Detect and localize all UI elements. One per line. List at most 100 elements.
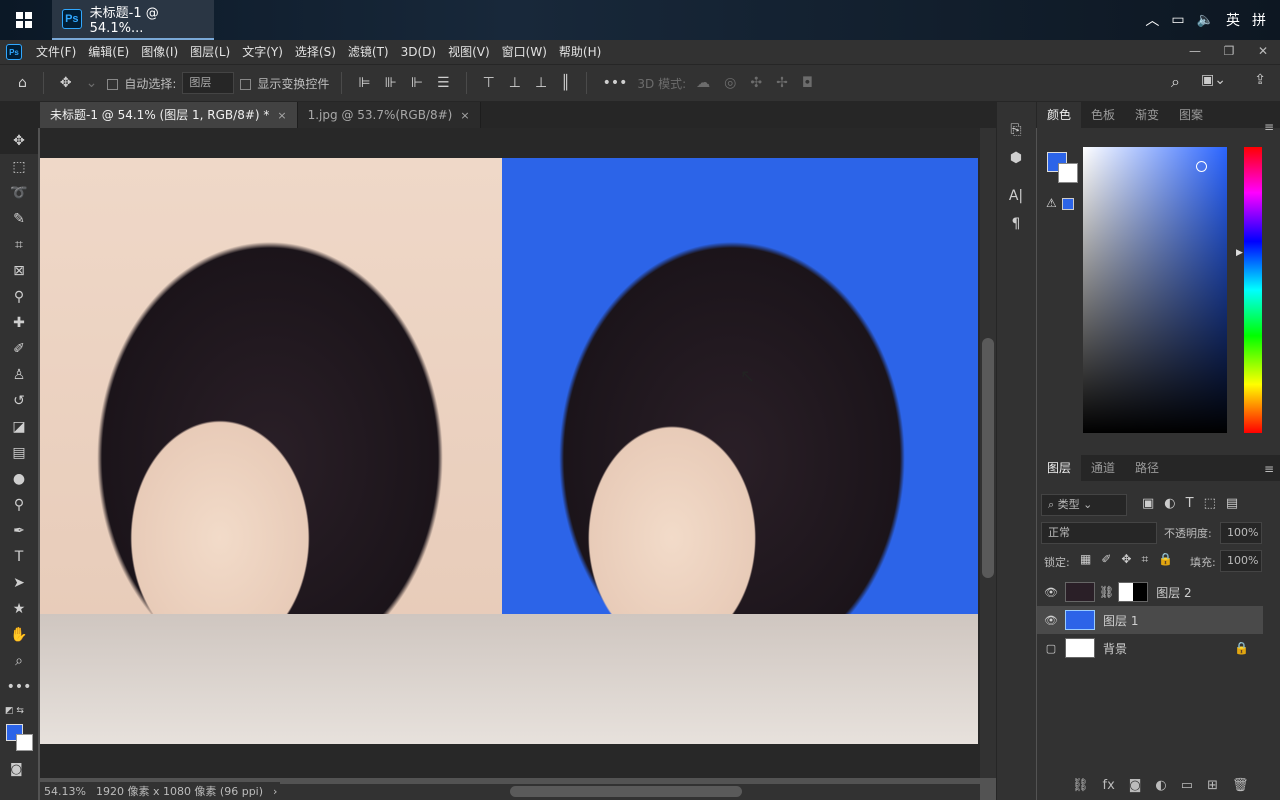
- align-left-icon[interactable]: ⊫: [354, 75, 374, 91]
- shape-tool-icon[interactable]: ★: [0, 596, 38, 622]
- menu-view[interactable]: 视图(V): [442, 40, 496, 64]
- network-icon[interactable]: ▭: [1171, 12, 1184, 28]
- close-icon[interactable]: ✕: [1246, 40, 1280, 64]
- hue-slider-handle[interactable]: ▶: [1236, 248, 1243, 258]
- home-icon[interactable]: ⌂: [14, 75, 31, 91]
- tab-color[interactable]: 颜色: [1037, 102, 1082, 128]
- pen-tool-icon[interactable]: ✒: [0, 518, 38, 544]
- lasso-tool-icon[interactable]: ➰: [0, 180, 38, 206]
- horizontal-scroll-thumb[interactable]: [510, 786, 742, 797]
- blend-mode-dropdown[interactable]: 正常: [1041, 522, 1157, 544]
- tab-gradients[interactable]: 渐变: [1125, 102, 1169, 128]
- close-icon[interactable]: ×: [277, 109, 286, 122]
- show-transform-checkbox[interactable]: 显示变换控件: [240, 75, 329, 92]
- marquee-tool-icon[interactable]: ⬚: [0, 154, 38, 180]
- lock-position-icon[interactable]: ✥: [1121, 552, 1131, 567]
- layer-filter-dropdown[interactable]: ⌕ 类型 ⌄: [1041, 494, 1127, 516]
- taskbar-photoshop-task[interactable]: Ps 未标题-1 @ 54.1%...: [52, 0, 214, 40]
- panel-menu-icon[interactable]: ≡: [1264, 120, 1274, 134]
- chevron-up-icon[interactable]: ︿: [1145, 10, 1159, 30]
- history-brush-tool-icon[interactable]: ↺: [0, 388, 38, 414]
- search-icon[interactable]: ⌕: [1171, 72, 1180, 92]
- tab-swatches[interactable]: 色板: [1081, 102, 1125, 128]
- tab-paths[interactable]: 路径: [1125, 455, 1169, 481]
- vertical-scroll-thumb[interactable]: [982, 338, 994, 578]
- visibility-empty-icon[interactable]: ▢: [1037, 642, 1065, 655]
- eye-icon[interactable]: 👁: [1037, 586, 1065, 599]
- auto-select-checkbox[interactable]: 自动选择:: [107, 75, 176, 92]
- color-picker-handle[interactable]: [1196, 161, 1207, 172]
- path-select-tool-icon[interactable]: ➤: [0, 570, 38, 596]
- swap-colors-icon[interactable]: ◩ ⇆: [5, 706, 24, 716]
- adjustment-filter-icon[interactable]: ◐: [1164, 496, 1175, 511]
- lock-image-icon[interactable]: ✐: [1101, 552, 1111, 567]
- new-group-icon[interactable]: ▭: [1181, 778, 1193, 793]
- link-icon[interactable]: ⛓: [1099, 585, 1114, 599]
- tab-untitled-1[interactable]: 未标题-1 @ 54.1% (图层 1, RGB/8#) * ×: [40, 102, 298, 128]
- lock-transparent-icon[interactable]: ▦: [1080, 552, 1091, 567]
- chevron-right-icon[interactable]: ›: [273, 785, 277, 798]
- share-icon[interactable]: ⇪: [1254, 72, 1266, 88]
- menu-window[interactable]: 窗口(W): [496, 40, 553, 64]
- layer-select-dropdown[interactable]: 图层: [182, 72, 235, 94]
- ime-icon[interactable]: 拼: [1252, 10, 1266, 30]
- align-center-icon[interactable]: ⊪: [381, 75, 401, 91]
- tab-1-jpg[interactable]: 1.jpg @ 53.7%(RGB/8#) ×: [297, 102, 481, 128]
- layer-row-background[interactable]: ▢ 背景 🔒: [1037, 634, 1263, 662]
- gamut-warning-icon[interactable]: ⚠: [1046, 196, 1057, 210]
- delete-layer-icon[interactable]: 🗑: [1232, 778, 1249, 793]
- zoom-level[interactable]: 54.13%: [44, 785, 86, 798]
- orbit-3d-icon[interactable]: ☁: [692, 75, 714, 91]
- 3d-panel-icon[interactable]: ⬢: [997, 144, 1035, 172]
- eraser-tool-icon[interactable]: ◪: [0, 414, 38, 440]
- close-icon[interactable]: ×: [460, 109, 469, 122]
- tab-channels[interactable]: 通道: [1081, 455, 1125, 481]
- menu-type[interactable]: 文字(Y): [236, 40, 289, 64]
- workspace-icon[interactable]: ▣⌄: [1201, 72, 1226, 88]
- color-field[interactable]: [1083, 147, 1227, 433]
- scale-3d-icon[interactable]: ◘: [798, 75, 817, 91]
- tab-patterns[interactable]: 图案: [1169, 102, 1213, 128]
- tab-layers[interactable]: 图层: [1037, 455, 1082, 481]
- panel-menu-icon[interactable]: ≡: [1264, 462, 1274, 476]
- windows-start-icon[interactable]: [0, 0, 48, 40]
- crop-tool-icon[interactable]: ⌗: [0, 232, 38, 258]
- speaker-icon[interactable]: 🔈: [1197, 12, 1214, 28]
- lock-all-icon[interactable]: 🔒: [1158, 552, 1173, 567]
- mask-thumbnail[interactable]: [1118, 582, 1149, 602]
- type-filter-icon[interactable]: T: [1186, 496, 1194, 511]
- image-filter-icon[interactable]: ▣: [1142, 496, 1154, 511]
- chevron-down-icon[interactable]: ⌄: [82, 75, 102, 91]
- layer-row-2[interactable]: 👁 ⛓ 图层 2: [1037, 578, 1263, 606]
- eyedropper-tool-icon[interactable]: ⚲: [0, 284, 38, 310]
- shape-filter-icon[interactable]: ⬚: [1204, 496, 1216, 511]
- move-tool-icon[interactable]: ✥: [0, 128, 38, 154]
- character-panel-icon[interactable]: A|: [997, 182, 1035, 210]
- eye-icon[interactable]: 👁: [1037, 614, 1065, 627]
- dodge-tool-icon[interactable]: ⚲: [0, 492, 38, 518]
- menu-filter[interactable]: 滤镜(T): [342, 40, 395, 64]
- menu-3d[interactable]: 3D(D): [395, 40, 442, 64]
- minimize-icon[interactable]: —: [1178, 40, 1212, 64]
- panel-background-swatch[interactable]: [1058, 163, 1078, 183]
- slide-3d-icon[interactable]: ✢: [772, 75, 792, 91]
- adjustment-layer-icon[interactable]: ◐: [1155, 778, 1166, 793]
- hand-tool-icon[interactable]: ✋: [0, 622, 38, 648]
- link-layers-icon[interactable]: ⛓: [1072, 778, 1089, 793]
- quick-mask-icon[interactable]: ◙: [10, 762, 23, 777]
- align-right-icon[interactable]: ⊩: [407, 75, 427, 91]
- lang-indicator[interactable]: 英: [1226, 10, 1240, 30]
- stamp-tool-icon[interactable]: ♙: [0, 362, 38, 388]
- zoom-tool-icon[interactable]: ⌕: [0, 648, 38, 674]
- healing-brush-tool-icon[interactable]: ✚: [0, 310, 38, 336]
- frame-tool-icon[interactable]: ⊠: [0, 258, 38, 284]
- opacity-field[interactable]: 100%: [1220, 522, 1262, 544]
- fx-icon[interactable]: fx: [1103, 778, 1115, 793]
- fill-field[interactable]: 100%: [1220, 550, 1262, 572]
- hue-slider[interactable]: [1244, 147, 1262, 433]
- history-panel-icon[interactable]: ⎘: [997, 116, 1035, 144]
- align-top-icon[interactable]: ⊤: [479, 75, 499, 91]
- menu-edit[interactable]: 编辑(E): [82, 40, 135, 64]
- smart-object-filter-icon[interactable]: ▤: [1226, 496, 1238, 511]
- roll-3d-icon[interactable]: ◎: [720, 75, 740, 91]
